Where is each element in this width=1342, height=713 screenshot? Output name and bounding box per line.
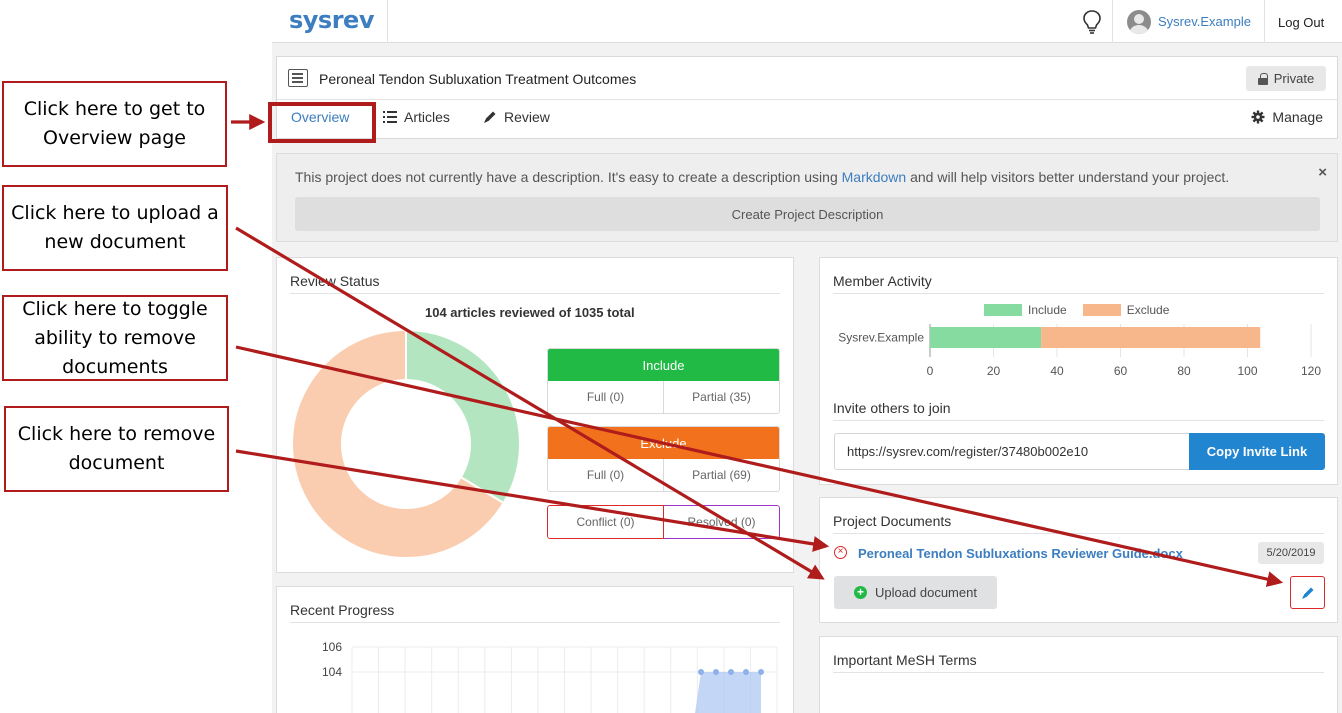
include-full-button[interactable]: Full (0) xyxy=(548,381,663,413)
include-button[interactable]: Include xyxy=(548,349,779,381)
exclude-partial-button[interactable]: Partial (69) xyxy=(663,459,779,491)
description-message: This project does not currently have a d… xyxy=(295,169,1229,185)
pencil-icon xyxy=(1301,587,1313,599)
recent-progress-chart: 106 104 xyxy=(322,640,778,713)
y-tick-label: 104 xyxy=(322,665,342,679)
exclude-stats: Exclude Full (0) Partial (69) xyxy=(547,426,780,492)
project-title-row: Peroneal Tendon Subluxation Treatment Ou… xyxy=(277,57,1337,100)
copy-invite-link-button[interactable]: Copy Invite Link xyxy=(1189,433,1325,470)
progress-point xyxy=(743,669,749,675)
exclude-full-button[interactable]: Full (0) xyxy=(548,459,663,491)
list-icon xyxy=(383,111,397,123)
edit-documents-toggle-button[interactable] xyxy=(1290,576,1325,609)
list-icon xyxy=(288,69,308,87)
mesh-terms-title: Important MeSH Terms xyxy=(833,652,1324,673)
review-status-donut-chart xyxy=(291,328,521,559)
logout-button[interactable]: Log Out xyxy=(1278,15,1324,30)
private-label: Private xyxy=(1273,71,1315,86)
tab-review[interactable]: Review xyxy=(483,109,550,125)
y-category-label: Sysrev.Example xyxy=(838,331,924,345)
project-title: Peroneal Tendon Subluxation Treatment Ou… xyxy=(319,71,637,87)
sysrev-logo[interactable]: sysrev xyxy=(289,6,374,34)
callout-remove-document: Click here to remove document xyxy=(4,406,229,492)
include-stats: Include Full (0) Partial (35) xyxy=(547,348,780,414)
recent-progress-card: Recent Progress 106 104 xyxy=(276,586,794,713)
legend-label-include: Include xyxy=(1028,303,1067,317)
avatar-icon[interactable] xyxy=(1127,10,1151,34)
x-tick-label: 40 xyxy=(1050,364,1064,378)
member-activity-card: Member Activity Include Exclude 0 20 40 60 8… xyxy=(819,257,1338,485)
overview-highlight-box xyxy=(268,102,376,143)
x-tick-label: 60 xyxy=(1114,364,1128,378)
document-link[interactable]: Peroneal Tendon Subluxations Reviewer Gu… xyxy=(858,546,1183,561)
x-tick-label: 100 xyxy=(1237,364,1257,378)
mesh-terms-card: Important MeSH Terms xyxy=(819,636,1338,713)
tab-manage-label: Manage xyxy=(1272,109,1323,125)
description-text-after: and will help visitors better understand… xyxy=(906,169,1230,185)
tab-review-label: Review xyxy=(504,109,550,125)
description-text-before: This project does not currently have a d… xyxy=(295,169,842,185)
legend-swatch-include xyxy=(984,304,1022,316)
divider xyxy=(387,0,388,43)
conflict-stats: Conflict (0) Resolved (0) xyxy=(547,505,780,539)
plus-circle-icon: + xyxy=(854,586,868,599)
callout-overview: Click here to get to Overview page xyxy=(2,81,227,167)
document-date-badge: 5/20/2019 xyxy=(1258,542,1324,564)
remove-document-icon[interactable]: × xyxy=(834,546,847,559)
tab-manage[interactable]: Manage xyxy=(1251,109,1323,125)
x-tick-label: 120 xyxy=(1301,364,1321,378)
callout-toggle-remove: Click here to toggle ability to remove d… xyxy=(2,295,228,381)
chart-legend: Include Exclude xyxy=(984,303,1169,317)
x-tick-label: 80 xyxy=(1177,364,1191,378)
progress-point xyxy=(713,669,719,675)
member-activity-chart: 0 20 40 60 80 100 120 Sysrev.Example xyxy=(838,324,1321,378)
exclude-button[interactable]: Exclude xyxy=(548,427,779,459)
document-row: × Peroneal Tendon Subluxations Reviewer … xyxy=(834,542,1324,566)
pencil-icon xyxy=(484,111,496,123)
progress-point xyxy=(728,669,734,675)
top-navbar: sysrev Sysrev.Example Log Out xyxy=(272,0,1342,43)
legend-swatch-exclude xyxy=(1082,304,1121,316)
upload-document-button[interactable]: + Upload document xyxy=(834,576,997,609)
close-icon[interactable]: × xyxy=(1318,164,1327,181)
review-status-card: Review Status 104 articles reviewed of 1… xyxy=(276,257,794,573)
recent-progress-title: Recent Progress xyxy=(290,602,780,623)
include-partial-button[interactable]: Partial (35) xyxy=(663,381,779,413)
invite-link-field[interactable] xyxy=(834,433,1190,470)
progress-point xyxy=(698,669,704,675)
x-tick-label: 0 xyxy=(927,364,934,378)
project-documents-card: Project Documents × Peroneal Tendon Subl… xyxy=(819,497,1338,623)
invite-heading: Invite others to join xyxy=(833,400,1324,421)
legend-label-exclude: Exclude xyxy=(1126,303,1170,317)
bar-include xyxy=(930,327,1042,348)
project-header: Peroneal Tendon Subluxation Treatment Ou… xyxy=(276,56,1338,139)
private-button[interactable]: Private xyxy=(1246,66,1326,91)
project-documents-title: Project Documents xyxy=(833,513,1324,534)
upload-document-label: Upload document xyxy=(875,585,977,600)
donut-slice-include xyxy=(405,328,521,505)
tab-articles[interactable]: Articles xyxy=(383,109,450,125)
callout-upload: Click here to upload a new document xyxy=(2,185,228,271)
review-status-title: Review Status xyxy=(290,273,780,294)
divider xyxy=(1264,0,1265,43)
markdown-link[interactable]: Markdown xyxy=(842,169,907,185)
bar-exclude xyxy=(1041,327,1261,348)
x-tick-label: 20 xyxy=(987,364,1001,378)
create-description-button[interactable]: Create Project Description xyxy=(295,197,1320,231)
gear-icon xyxy=(1251,110,1265,124)
y-tick-label: 106 xyxy=(322,640,342,654)
reviewed-caption: 104 articles reviewed of 1035 total xyxy=(425,305,635,320)
member-activity-title: Member Activity xyxy=(833,273,1324,294)
username-link[interactable]: Sysrev.Example xyxy=(1158,14,1251,29)
lock-icon xyxy=(1257,73,1268,85)
divider xyxy=(1112,0,1113,43)
progress-area xyxy=(695,672,761,713)
lightbulb-icon[interactable] xyxy=(1080,9,1104,35)
resolved-button[interactable]: Resolved (0) xyxy=(664,505,780,539)
conflict-button[interactable]: Conflict (0) xyxy=(547,505,664,539)
tab-articles-label: Articles xyxy=(404,109,450,125)
progress-point xyxy=(758,669,764,675)
description-banner: This project does not currently have a d… xyxy=(276,153,1338,242)
sysrev-app: sysrev Sysrev.Example Log Out Peroneal T… xyxy=(272,0,1342,713)
